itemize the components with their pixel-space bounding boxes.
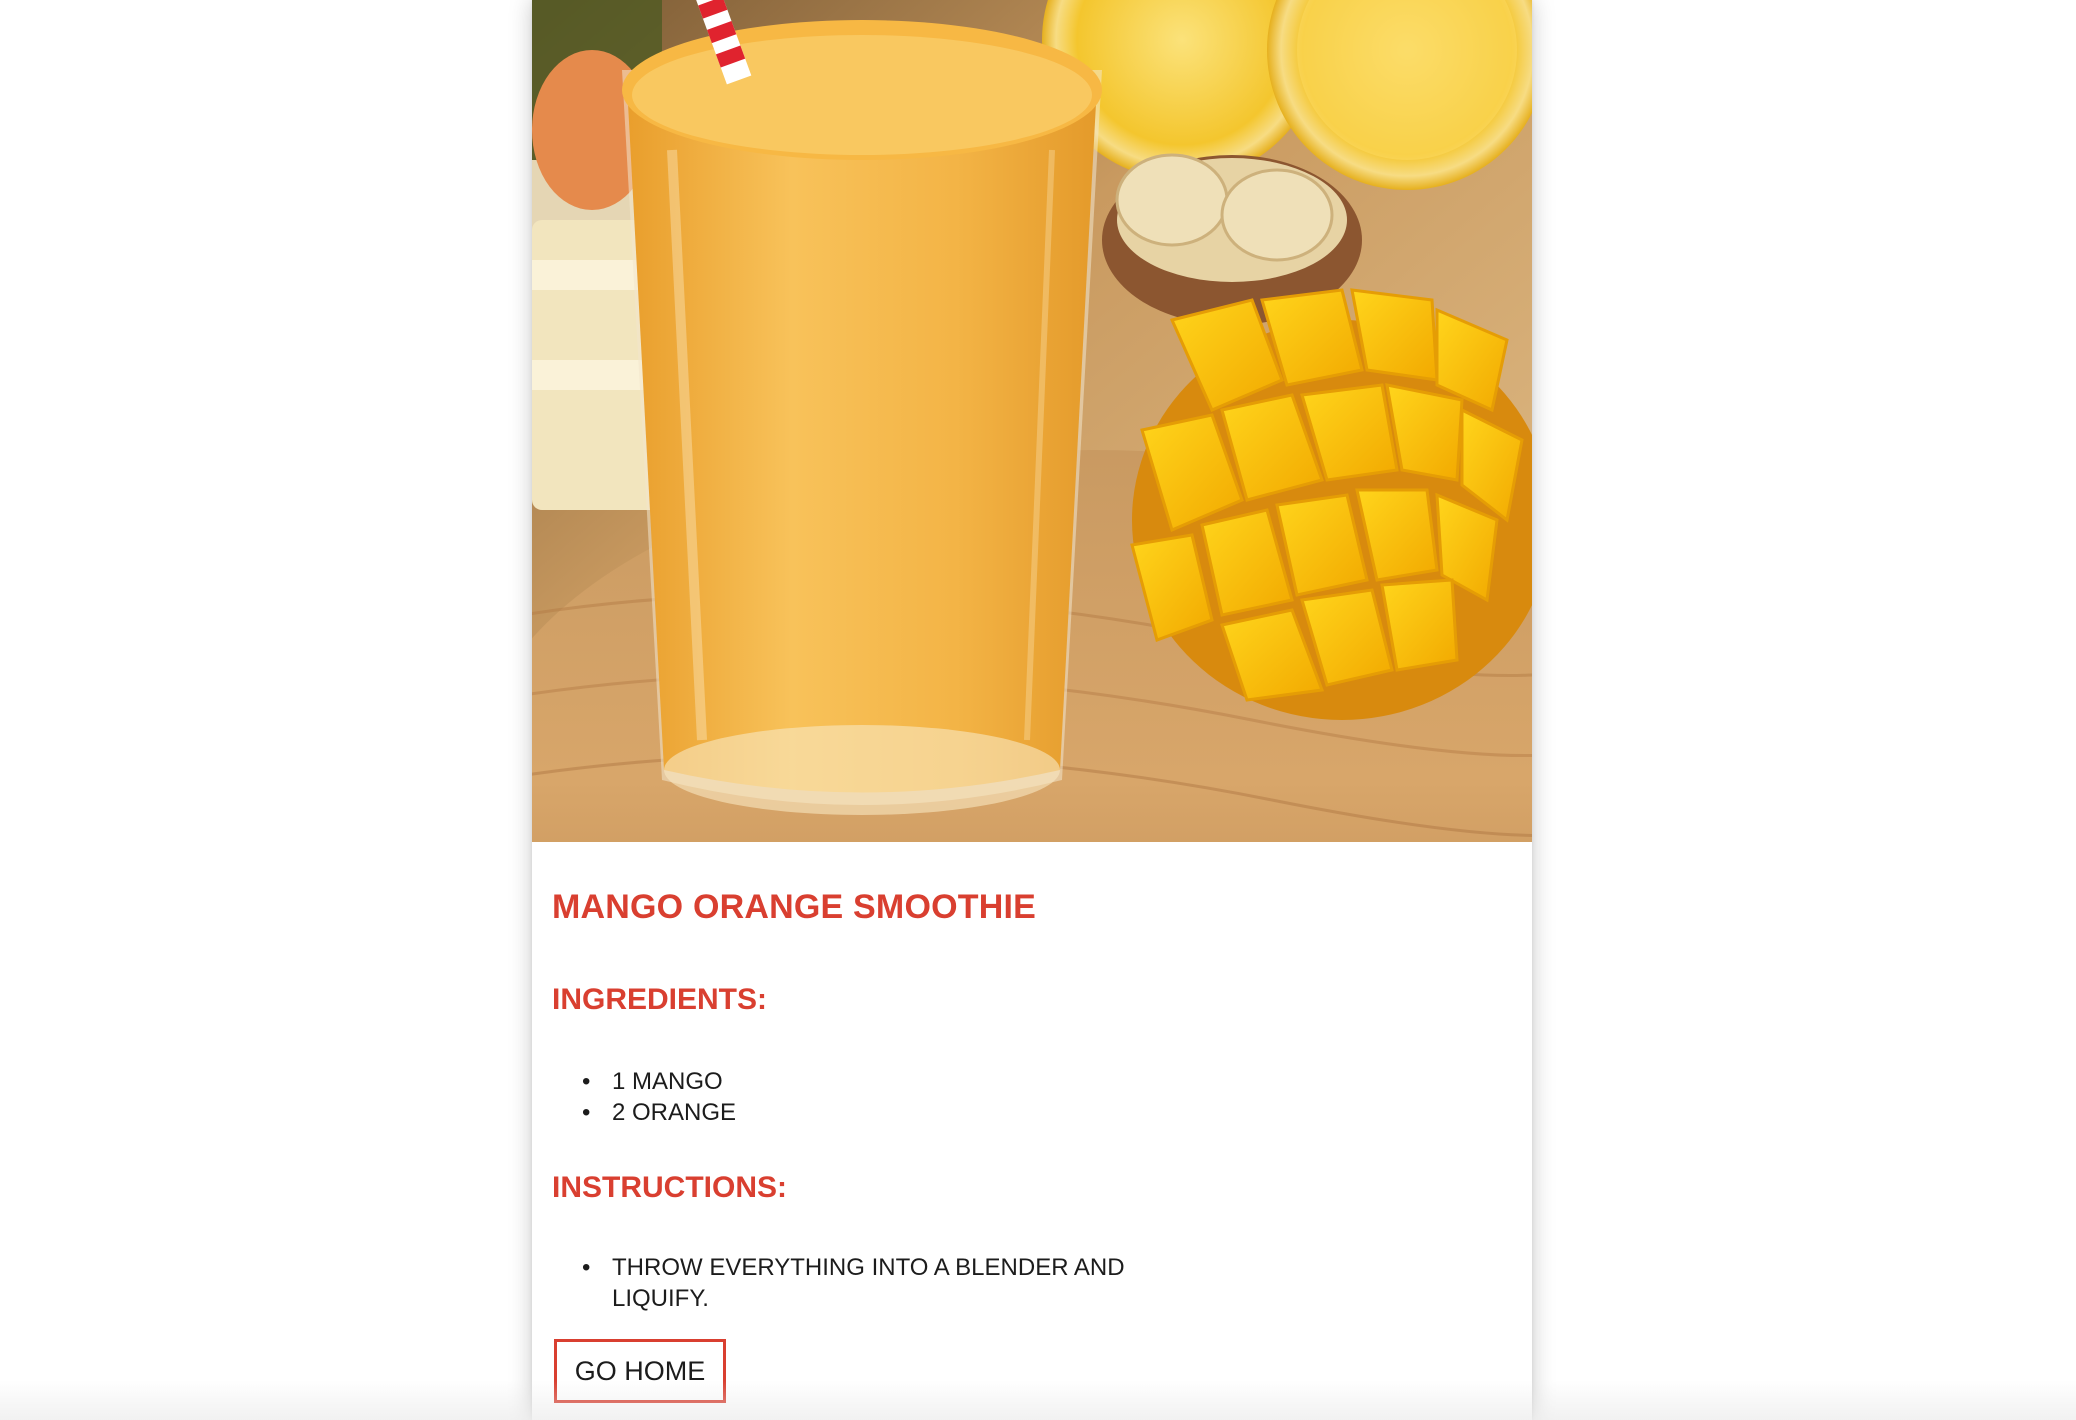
list-item: • THROW EVERYTHING INTO A BLENDER AND LIQ…	[582, 1252, 1172, 1314]
go-home-button[interactable]: GO HOME	[554, 1339, 726, 1403]
recipe-image	[532, 0, 1532, 842]
ingredient-text: 1 MANGO	[612, 1068, 723, 1095]
list-item: • 1 MANGO	[582, 1066, 736, 1097]
bullet-icon: •	[582, 1068, 591, 1095]
page: MANGO ORANGE SMOOTHIE INGREDIENTS: • 1 MA…	[0, 0, 2076, 1420]
bullet-icon: •	[582, 1254, 591, 1281]
ingredient-text: 2 ORANGE	[612, 1099, 737, 1126]
bullet-icon: •	[582, 1099, 591, 1126]
ingredients-heading: INGREDIENTS:	[552, 983, 768, 1016]
list-item: • 2 ORANGE	[582, 1097, 737, 1128]
instruction-text: THROW EVERYTHING INTO A BLENDER AND LIQU…	[612, 1254, 1125, 1312]
ingredients-list: • 1 MANGO • 2 ORANGE	[552, 1066, 736, 1128]
recipe-title: MANGO ORANGE SMOOTHIE	[552, 888, 1036, 926]
instructions-heading: INSTRUCTIONS:	[552, 1171, 787, 1204]
recipe-card: MANGO ORANGE SMOOTHIE INGREDIENTS: • 1 MA…	[532, 0, 1532, 1420]
instructions-list: • THROW EVERYTHING INTO A BLENDER AND LIQ…	[552, 1252, 1172, 1314]
